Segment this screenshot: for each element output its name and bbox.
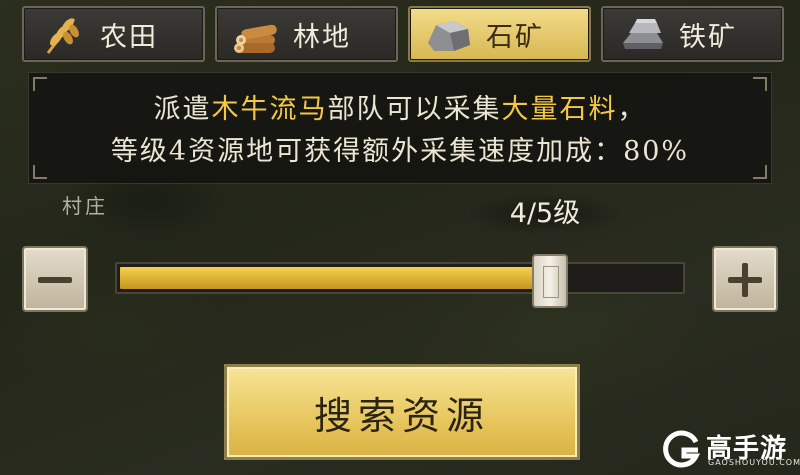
watermark: 高手游 GAOSHOUYOU.COM <box>662 428 800 470</box>
tab-label: 石矿 <box>486 21 544 53</box>
minus-icon <box>38 277 72 283</box>
info-text: 部队可以采集 <box>327 94 502 125</box>
resource-tabs: 农田 林地 石矿 铁矿 <box>22 6 784 62</box>
search-resource-button[interactable]: 搜索资源 <box>224 364 580 460</box>
wheat-icon <box>46 18 79 54</box>
info-line-1: 派遣木牛流马部队可以采集大量石料， <box>29 87 771 126</box>
iron-ingot-icon <box>623 19 663 49</box>
watermark-logo-icon <box>663 430 701 468</box>
info-text: 派遣 <box>153 94 212 125</box>
tab-farmland[interactable]: 农田 <box>22 6 205 62</box>
search-button-label: 搜索资源 <box>313 393 490 438</box>
level-slider-thumb[interactable] <box>532 254 568 308</box>
map-label-village: 村庄 <box>62 194 108 218</box>
level-slider-track[interactable] <box>115 262 685 294</box>
info-panel: 派遣木牛流马部队可以采集大量石料， 等级4资源地可获得额外采集速度加成：80% <box>28 72 772 184</box>
unit-name: 木牛流马 <box>211 94 328 125</box>
info-line-2: 等级4资源地可获得额外采集速度加成：80% <box>110 136 690 167</box>
logs-icon <box>234 24 277 53</box>
increase-level-button[interactable] <box>712 246 778 312</box>
resource-amount: 大量石料 <box>501 94 618 125</box>
tab-label: 铁矿 <box>679 21 737 53</box>
watermark-url: GAOSHOUYOU.COM <box>708 458 800 467</box>
tab-label: 林地 <box>293 21 351 53</box>
tab-stone-mine[interactable]: 石矿 <box>408 6 591 62</box>
level-indicator: 4/5级 <box>470 194 620 234</box>
stone-icon <box>428 21 470 51</box>
plus-icon-vertical <box>742 263 748 297</box>
tab-iron-mine[interactable]: 铁矿 <box>601 6 784 62</box>
decrease-level-button[interactable] <box>22 246 88 312</box>
tab-woodland[interactable]: 林地 <box>215 6 398 62</box>
tab-label: 农田 <box>100 21 158 53</box>
info-text: ， <box>617 94 647 125</box>
level-slider-fill <box>120 267 547 289</box>
